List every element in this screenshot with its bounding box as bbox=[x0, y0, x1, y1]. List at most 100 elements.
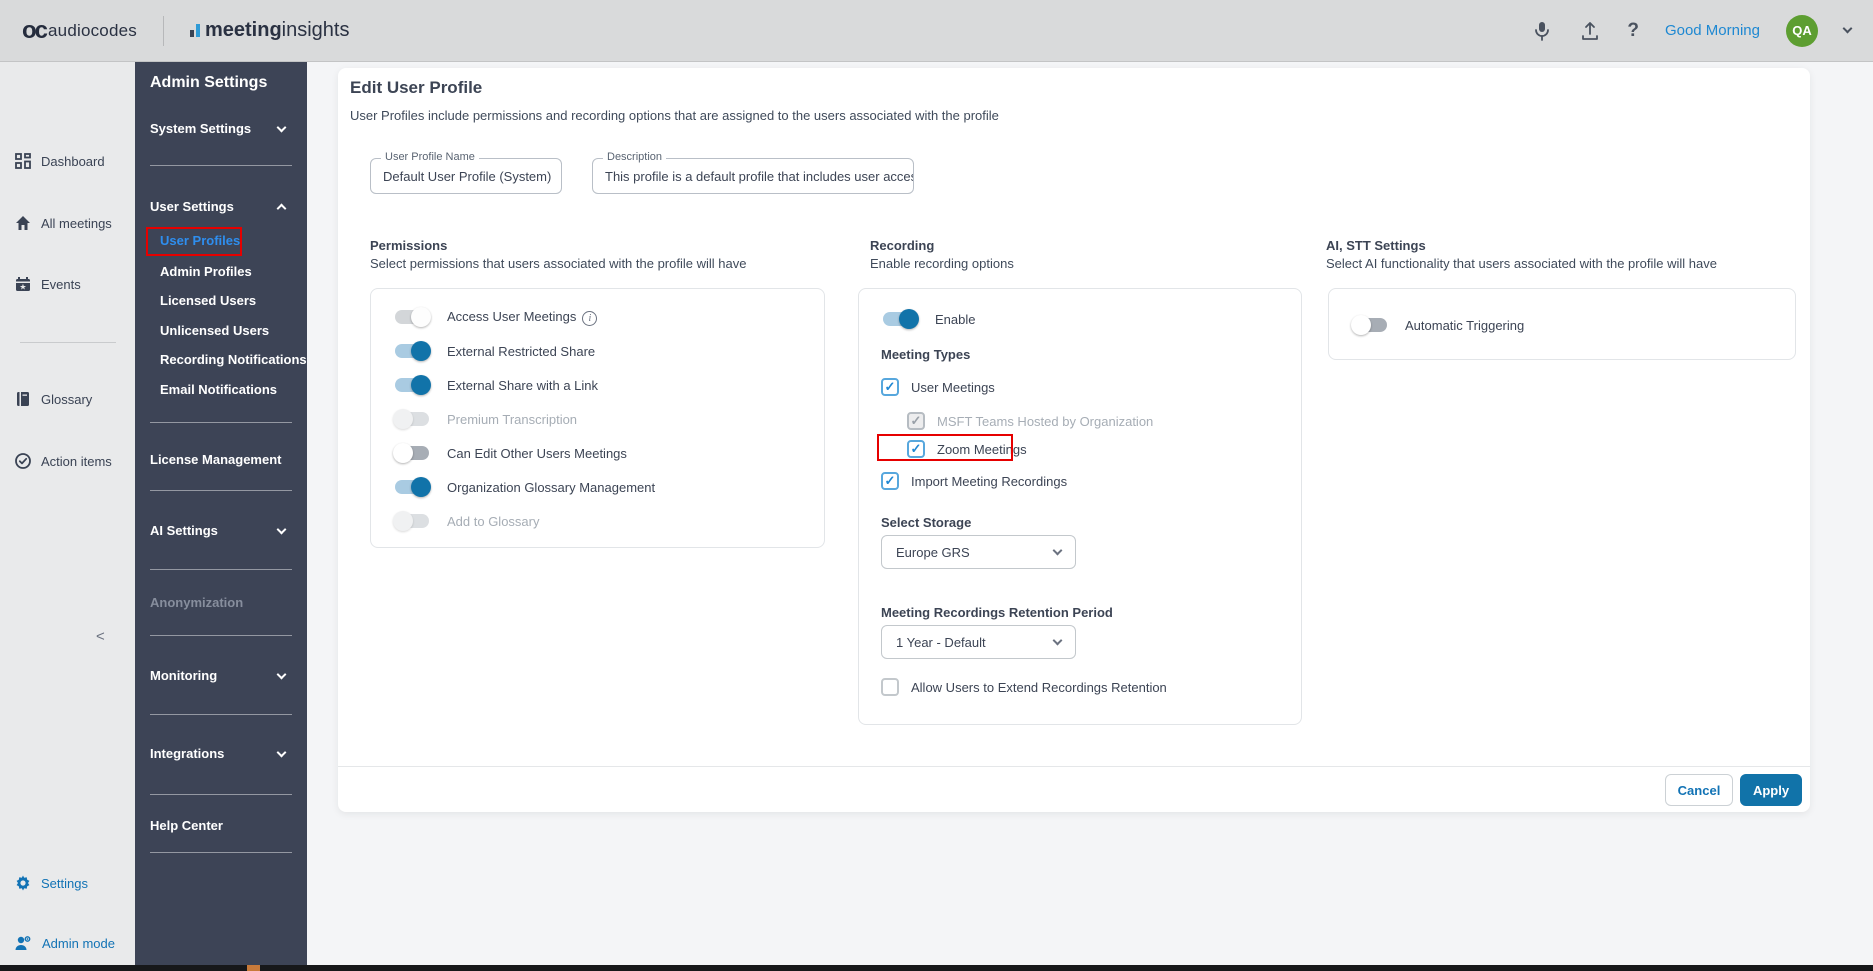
edit-user-profile-card: Edit User Profile User Profiles include … bbox=[338, 68, 1810, 812]
sidebar-divider bbox=[150, 422, 292, 423]
permission-row: Premium Transcription bbox=[393, 409, 802, 429]
sidebar-item-user-profiles[interactable]: User Profiles bbox=[160, 233, 240, 248]
toggle-label: Organization Glossary Management bbox=[447, 479, 656, 495]
apply-button[interactable]: Apply bbox=[1740, 774, 1802, 806]
toggle-label: Automatic Triggering bbox=[1405, 317, 1525, 333]
external-restricted-share-toggle[interactable] bbox=[393, 341, 431, 361]
rail-item-action-items[interactable]: Action items bbox=[14, 452, 112, 470]
retention-select[interactable]: 1 Year - Default bbox=[881, 625, 1076, 659]
upload-icon[interactable] bbox=[1579, 20, 1601, 42]
meetinginsights-icon bbox=[189, 24, 200, 37]
permission-row: External Share with a Link bbox=[393, 375, 802, 395]
sidebar-item-help-center[interactable]: Help Center bbox=[150, 818, 223, 833]
sidebar-item-integrations[interactable]: Integrations bbox=[150, 746, 224, 761]
recording-enable-toggle[interactable] bbox=[881, 309, 919, 329]
external-share-with-link-toggle[interactable] bbox=[393, 375, 431, 395]
rail-item-admin-mode[interactable]: Admin mode bbox=[14, 934, 115, 952]
description-field[interactable]: Description This profile is a default pr… bbox=[592, 151, 914, 194]
sidebar-item-license-management[interactable]: License Management bbox=[150, 452, 282, 467]
select-storage-label: Select Storage bbox=[881, 515, 972, 530]
taskbar-accent bbox=[247, 965, 260, 971]
greeting-text: Good Morning bbox=[1664, 22, 1760, 39]
sidebar-item-licensed-users[interactable]: Licensed Users bbox=[160, 293, 256, 308]
rail-item-events[interactable]: ★ Events bbox=[14, 275, 81, 293]
sidebar-item-email-notifications[interactable]: Email Notifications bbox=[160, 382, 277, 397]
chevron-down-icon[interactable] bbox=[276, 524, 287, 535]
sidebar-item-ai-settings[interactable]: AI Settings bbox=[150, 523, 218, 538]
rail-label: Action items bbox=[41, 453, 112, 469]
book-icon bbox=[17, 392, 29, 406]
toggle-label: Can Edit Other Users Meetings bbox=[447, 445, 627, 461]
chevron-down-icon bbox=[1052, 635, 1063, 646]
rail-label: Glossary bbox=[41, 391, 93, 407]
automatic-triggering-toggle[interactable] bbox=[1351, 315, 1389, 335]
sidebar-collapse-icon[interactable]: < bbox=[96, 628, 105, 645]
checkbox-label: MSFT Teams Hosted by Organization bbox=[937, 413, 1154, 429]
admin-user-icon bbox=[15, 936, 31, 950]
rail-item-glossary[interactable]: Glossary bbox=[14, 390, 92, 408]
audiocodes-logo-mark: oc bbox=[22, 16, 48, 44]
chevron-down-icon[interactable] bbox=[276, 747, 287, 758]
rail-label: Settings bbox=[41, 875, 88, 891]
organization-glossary-management-toggle[interactable] bbox=[393, 477, 431, 497]
chevron-down-icon bbox=[1052, 545, 1063, 556]
checkbox-label: Allow Users to Extend Recordings Retenti… bbox=[911, 679, 1167, 695]
access-user-meetings-toggle[interactable] bbox=[393, 307, 431, 327]
help-icon[interactable]: ? bbox=[1627, 20, 1639, 42]
sidebar-item-recording-notifications[interactable]: Recording Notifications bbox=[160, 352, 307, 367]
rail-item-all-meetings[interactable]: All meetings bbox=[14, 214, 112, 232]
meetinginsights-logo: meetinginsights bbox=[189, 19, 349, 42]
import-meeting-recordings-checkbox[interactable]: ✓ bbox=[881, 472, 899, 490]
msft-teams-row: ✓ MSFT Teams Hosted by Organization bbox=[907, 411, 1153, 431]
can-edit-other-users-meetings-toggle[interactable] bbox=[393, 443, 431, 463]
dashboard-icon bbox=[15, 153, 31, 169]
sidebar-divider bbox=[150, 569, 292, 570]
storage-select[interactable]: Europe GRS bbox=[881, 535, 1076, 569]
user-meetings-row: ✓ User Meetings bbox=[881, 377, 995, 397]
rail-divider bbox=[20, 342, 116, 343]
ai-stt-title: AI, STT Settings bbox=[1326, 238, 1426, 253]
avatar[interactable]: QA bbox=[1786, 14, 1818, 47]
permission-row: Can Edit Other Users Meetings bbox=[393, 443, 802, 463]
ai-stt-panel: Automatic Triggering bbox=[1328, 288, 1796, 360]
zoom-meetings-checkbox[interactable]: ✓ bbox=[907, 440, 925, 458]
sidebar-divider bbox=[150, 794, 292, 795]
sidebar-item-system-settings[interactable]: System Settings bbox=[150, 121, 251, 136]
admin-sidebar: Admin Settings System Settings User Sett… bbox=[135, 62, 307, 965]
permissions-title: Permissions bbox=[370, 238, 448, 253]
app-root: oc audiocodes meetinginsights ? Good Mor… bbox=[0, 0, 1873, 971]
chevron-down-icon[interactable] bbox=[276, 669, 287, 680]
user-profile-name-field[interactable]: User Profile Name Default User Profile (… bbox=[370, 151, 562, 194]
microphone-icon[interactable] bbox=[1531, 20, 1553, 42]
description-label: Description bbox=[603, 151, 667, 163]
chevron-down-icon[interactable] bbox=[276, 122, 287, 133]
permission-row: Access User Meetings i bbox=[393, 307, 802, 327]
user-profile-name-label: User Profile Name bbox=[381, 151, 479, 163]
extend-retention-row: Allow Users to Extend Recordings Retenti… bbox=[881, 677, 1167, 697]
zoom-meetings-row: ✓ Zoom Meetings bbox=[907, 439, 1027, 459]
sidebar-item-admin-profiles[interactable]: Admin Profiles bbox=[160, 264, 252, 279]
audiocodes-logo: oc audiocodes bbox=[22, 17, 137, 45]
info-icon[interactable]: i bbox=[582, 310, 598, 326]
cancel-button[interactable]: Cancel bbox=[1665, 774, 1733, 806]
home-icon bbox=[16, 216, 30, 230]
sidebar-item-monitoring[interactable]: Monitoring bbox=[150, 668, 217, 683]
checkbox-label: Zoom Meetings bbox=[937, 441, 1027, 457]
toggle-label: Premium Transcription bbox=[447, 411, 578, 427]
rail-label: All meetings bbox=[41, 215, 112, 231]
chevron-down-icon[interactable] bbox=[1842, 23, 1853, 34]
recording-enable-row: Enable bbox=[881, 309, 975, 329]
top-bar: oc audiocodes meetinginsights ? Good Mor… bbox=[0, 0, 1873, 62]
rail-item-dashboard[interactable]: Dashboard bbox=[14, 152, 105, 170]
rail-item-settings[interactable]: Settings bbox=[14, 874, 88, 892]
page-subtitle: User Profiles include permissions and re… bbox=[350, 108, 999, 123]
chevron-up-icon[interactable] bbox=[276, 203, 287, 214]
ai-stt-subtitle: Select AI functionality that users assoc… bbox=[1326, 256, 1717, 271]
extend-retention-checkbox[interactable] bbox=[881, 678, 899, 696]
audiocodes-logo-text: audiocodes bbox=[48, 20, 137, 40]
sidebar-item-user-settings[interactable]: User Settings bbox=[150, 199, 234, 214]
user-meetings-checkbox[interactable]: ✓ bbox=[881, 378, 899, 396]
sidebar-item-unlicensed-users[interactable]: Unlicensed Users bbox=[160, 323, 269, 338]
toggle-label: Enable bbox=[935, 311, 976, 327]
recording-subtitle: Enable recording options bbox=[870, 256, 1014, 271]
